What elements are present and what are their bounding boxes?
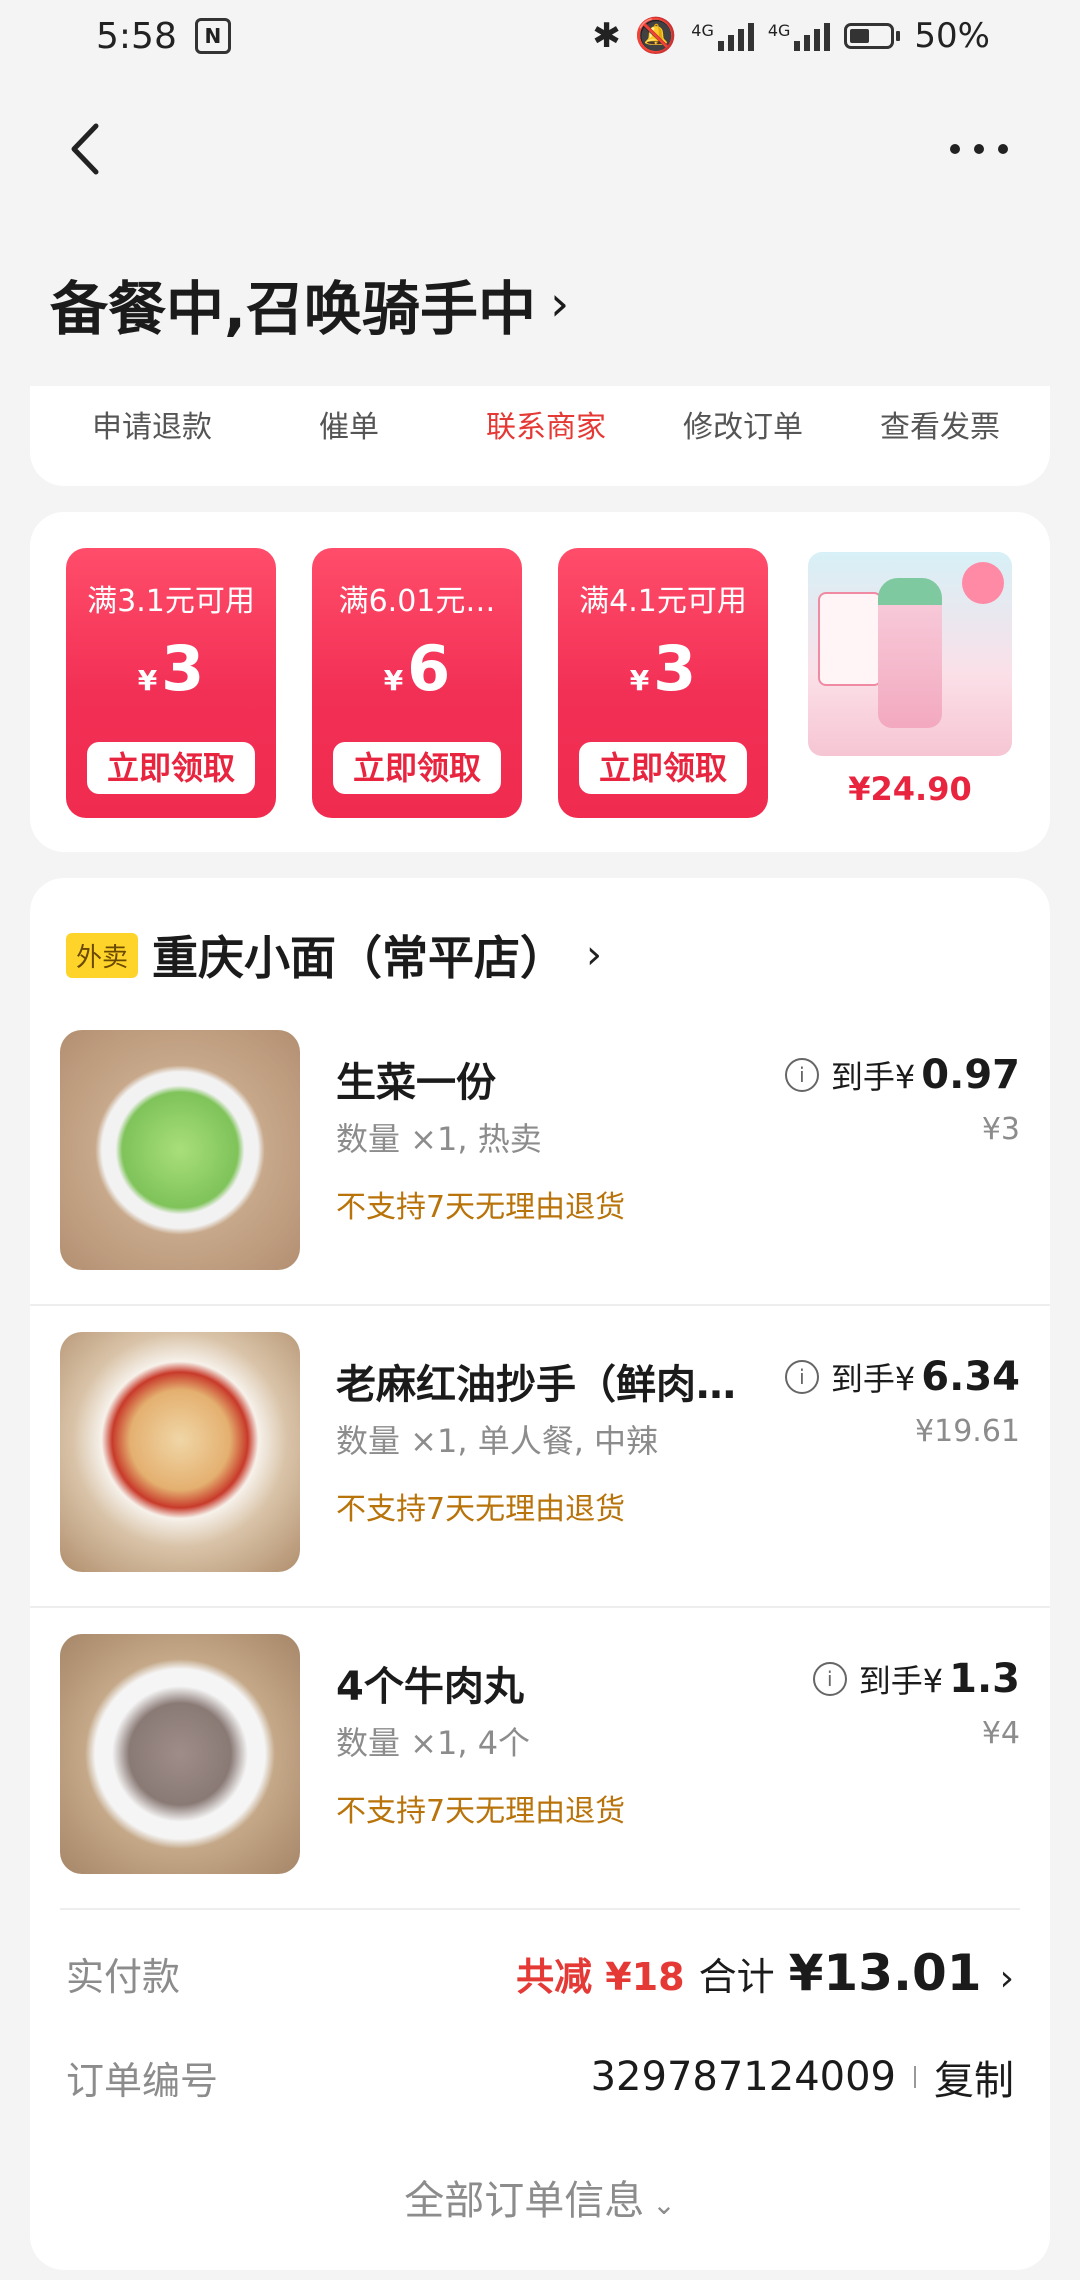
network-type-label: 4G — [691, 21, 714, 40]
divider — [30, 1304, 1050, 1306]
item-title: 生菜一份 — [336, 1060, 496, 1106]
currency-symbol: ¥ — [629, 664, 650, 697]
payment-label: 实付款 — [66, 1954, 181, 1999]
signal-icon: 4G — [691, 21, 754, 51]
order-actions-card: 申请退款 催单 联系商家 修改订单 查看发票 — [30, 386, 1050, 486]
divider — [30, 1606, 1050, 1608]
coupon-amount: ¥3 — [66, 634, 276, 716]
item-final-price: i 到手¥ 1.3 — [812, 1656, 1020, 1702]
bluetooth-icon: ✱ — [592, 16, 621, 56]
payment-row[interactable]: 实付款 共减 ¥18 合计 ¥13.01 › — [66, 1938, 1014, 2008]
chevron-right-icon: › — [550, 276, 570, 332]
item-meta: 数量 ×1, 4个 — [336, 1724, 531, 1762]
item-image — [60, 1030, 300, 1270]
item-return-note: 不支持7天无理由退货 — [336, 1492, 626, 1527]
order-item[interactable]: 4个牛肉丸 数量 ×1, 4个 不支持7天无理由退货 i 到手¥ 1.3 ¥4 — [30, 1634, 1050, 1934]
item-title: 4个牛肉丸 — [336, 1664, 524, 1710]
mute-bell-icon: 🔕 — [634, 16, 678, 56]
modify-order-button[interactable]: 修改订单 — [663, 402, 823, 446]
order-detail-card: 外卖 重庆小面（常平店） › 生菜一份 数量 ×1, 热卖 不支持7天无理由退货… — [30, 878, 1050, 2270]
item-title: 老麻红油抄手（鲜肉… — [336, 1362, 736, 1408]
item-image — [60, 1634, 300, 1874]
nfc-icon: N — [194, 18, 231, 54]
delivery-tag: 外卖 — [66, 932, 139, 978]
claim-coupon-button[interactable]: 立即领取 — [333, 742, 501, 794]
item-meta: 数量 ×1, 单人餐, 中辣 — [336, 1422, 659, 1460]
coupon-amount-value: 6 — [407, 632, 451, 705]
coupon-amount: ¥6 — [312, 634, 522, 716]
item-original-price: ¥19.61 — [915, 1414, 1020, 1449]
price-value: 0.97 — [921, 1052, 1020, 1098]
item-image — [60, 1332, 300, 1572]
price-value: 6.34 — [921, 1354, 1020, 1400]
order-number: 329787124009 — [590, 2054, 896, 2100]
product-image — [808, 552, 1012, 756]
product-price: ¥24.90 — [848, 770, 972, 808]
coupon-amount-value: 3 — [161, 632, 205, 705]
total-amount: ¥13.01 — [788, 1944, 982, 2002]
price-label: 到手¥ — [830, 1360, 916, 1398]
order-number-row: 订单编号 329787124009 复制 — [66, 2042, 1014, 2112]
coupon-amount: ¥3 — [558, 634, 768, 716]
more-options-icon[interactable] — [950, 144, 1008, 154]
clock: 5:58 — [96, 15, 177, 57]
coupon-card[interactable]: 满3.1元可用 ¥3 立即领取 — [66, 548, 276, 818]
view-invoice-button[interactable]: 查看发票 — [860, 402, 1020, 446]
price-label: 到手¥ — [858, 1662, 944, 1700]
info-icon[interactable]: i — [784, 1058, 819, 1092]
currency-symbol: ¥ — [383, 664, 404, 697]
coupons-card: 满3.1元可用 ¥3 立即领取 满6.01元… ¥6 立即领取 满4.1元可用 … — [30, 512, 1050, 852]
product-ad[interactable]: ¥24.90 — [808, 552, 1012, 808]
all-order-info-label: 全部订单信息 — [404, 2178, 645, 2224]
status-bar: 5:58 N ✱ 🔕 4G 4G 50% — [0, 0, 1080, 72]
chevron-right-icon: › — [586, 932, 603, 978]
item-original-price: ¥3 — [981, 1112, 1020, 1147]
chevron-right-icon: › — [999, 1958, 1014, 1999]
back-arrow-icon[interactable] — [66, 122, 102, 176]
item-final-price: i 到手¥ 6.34 — [784, 1354, 1020, 1400]
claim-coupon-button[interactable]: 立即领取 — [87, 742, 255, 794]
item-original-price: ¥4 — [981, 1716, 1020, 1751]
network-type-label-2: 4G — [767, 21, 791, 40]
coupon-card[interactable]: 满6.01元… ¥6 立即领取 — [312, 548, 522, 818]
info-icon[interactable]: i — [812, 1662, 847, 1696]
battery-icon — [844, 23, 901, 49]
discount-total: 共减 ¥18 — [516, 1955, 685, 1999]
copy-button[interactable]: 复制 — [934, 2048, 1014, 2106]
divider — [60, 1908, 1020, 1910]
all-order-info-toggle[interactable]: 全部订单信息 ⌄ — [30, 2168, 1050, 2226]
separator — [914, 2066, 916, 2088]
shop-name: 重庆小面（常平店） — [152, 931, 567, 985]
refund-request-button[interactable]: 申请退款 — [72, 402, 232, 446]
order-status-title[interactable]: 备餐中,召唤骑手中 › — [50, 262, 569, 346]
contact-merchant-button[interactable]: 联系商家 — [466, 402, 626, 446]
claim-coupon-button[interactable]: 立即领取 — [579, 742, 747, 794]
coupon-condition: 满3.1元可用 — [87, 584, 255, 619]
order-item[interactable]: 老麻红油抄手（鲜肉… 数量 ×1, 单人餐, 中辣 不支持7天无理由退货 i 到… — [30, 1332, 1050, 1632]
order-number-label: 订单编号 — [66, 2058, 219, 2103]
chevron-down-icon: ⌄ — [652, 2188, 676, 2221]
battery-percent: 50% — [914, 16, 990, 56]
signal-icon-2: 4G — [768, 21, 831, 51]
order-status-text: 备餐中,召唤骑手中 — [50, 275, 537, 343]
item-meta: 数量 ×1, 热卖 — [336, 1120, 542, 1158]
total-label: 合计 — [698, 1955, 775, 1999]
currency-symbol: ¥ — [137, 664, 158, 697]
coupon-amount-value: 3 — [653, 632, 697, 705]
coupon-card[interactable]: 满4.1元可用 ¥3 立即领取 — [558, 548, 768, 818]
coupon-condition: 满6.01元… — [338, 584, 496, 619]
nav-bar — [0, 110, 1080, 190]
item-final-price: i 到手¥ 0.97 — [784, 1052, 1020, 1098]
info-icon[interactable]: i — [784, 1360, 819, 1394]
order-item[interactable]: 生菜一份 数量 ×1, 热卖 不支持7天无理由退货 i 到手¥ 0.97 ¥3 — [30, 1030, 1050, 1330]
urge-order-button[interactable]: 催单 — [269, 402, 429, 446]
coupon-condition: 满4.1元可用 — [579, 584, 747, 619]
item-return-note: 不支持7天无理由退货 — [336, 1190, 626, 1225]
shop-header[interactable]: 外卖 重庆小面（常平店） › — [66, 922, 602, 988]
item-return-note: 不支持7天无理由退货 — [336, 1794, 626, 1829]
price-label: 到手¥ — [830, 1058, 916, 1096]
price-value: 1.3 — [949, 1656, 1020, 1702]
